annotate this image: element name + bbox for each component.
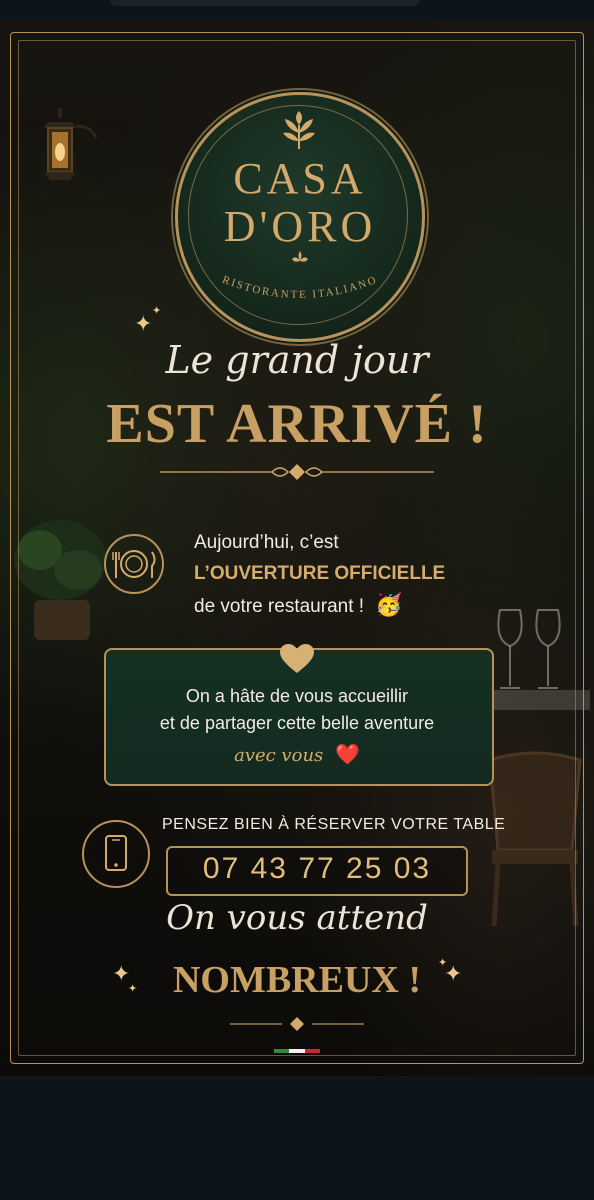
logo-line-doro: D'ORO	[223, 202, 377, 251]
logo-line-casa: CASA	[233, 154, 367, 203]
closing-script: On vous attend	[166, 898, 428, 938]
intro-line-3-text: de votre restaurant !	[194, 596, 365, 617]
script-heading: Le grand jour	[165, 338, 429, 382]
logo-subtitle-text: RISTORANTE ITALIANO	[221, 274, 378, 301]
sparkle-icon-small: ✦	[152, 304, 162, 317]
logo-subtitle: RISTORANTE ITALIANO	[221, 274, 380, 301]
heart-icon	[280, 644, 314, 673]
intro-line-1: Aujourd’hui, c’est	[194, 532, 339, 553]
opening-poster: CASA D'ORO RISTORANTE ITALIANO ✦ ✦ Le gr…	[0, 20, 594, 1076]
main-headline: EST ARRIVÉ !	[106, 393, 488, 455]
intro-line-3: de votre restaurant ! 🥳	[194, 594, 403, 618]
panel-line-1: On a hâte de vous accueillir	[185, 686, 409, 706]
italian-flag	[274, 1049, 320, 1053]
reservation-label: PENSEZ BIEN À RÉSERVER VOTRE TABLE	[162, 816, 506, 833]
svg-text:RISTORANTE ITALIANO: RISTORANTE ITALIANO	[221, 274, 380, 301]
phone-number[interactable]: 07 43 77 25 03	[166, 852, 468, 886]
restaurant-logo: CASA D'ORO RISTORANTE ITALIANO	[175, 92, 425, 342]
red-heart-emoji: ❤️	[335, 742, 360, 766]
olive-leaf-icon	[283, 111, 315, 149]
ornament-divider	[160, 464, 434, 480]
intro-line-2: L’OUVERTURE OFFICIELLE	[194, 563, 446, 584]
sparkle-icon: ✦	[134, 312, 153, 337]
panel-script-text: avec vous	[234, 745, 324, 766]
smartphone-icon	[82, 820, 150, 888]
party-face-emoji: 🥳	[375, 592, 403, 617]
status-bar	[110, 0, 420, 6]
panel-script-line: avec vous ❤️	[104, 742, 490, 766]
plate-cutlery-icon	[104, 534, 164, 594]
sparkle-icon-right-small: ✦	[438, 956, 448, 969]
panel-line-2: et de partager cette belle aventure	[159, 713, 435, 733]
ornament-divider-bottom	[230, 1017, 364, 1031]
closing-headline: NOMBREUX !	[172, 959, 422, 1001]
fleur-ornament-icon	[292, 251, 308, 262]
